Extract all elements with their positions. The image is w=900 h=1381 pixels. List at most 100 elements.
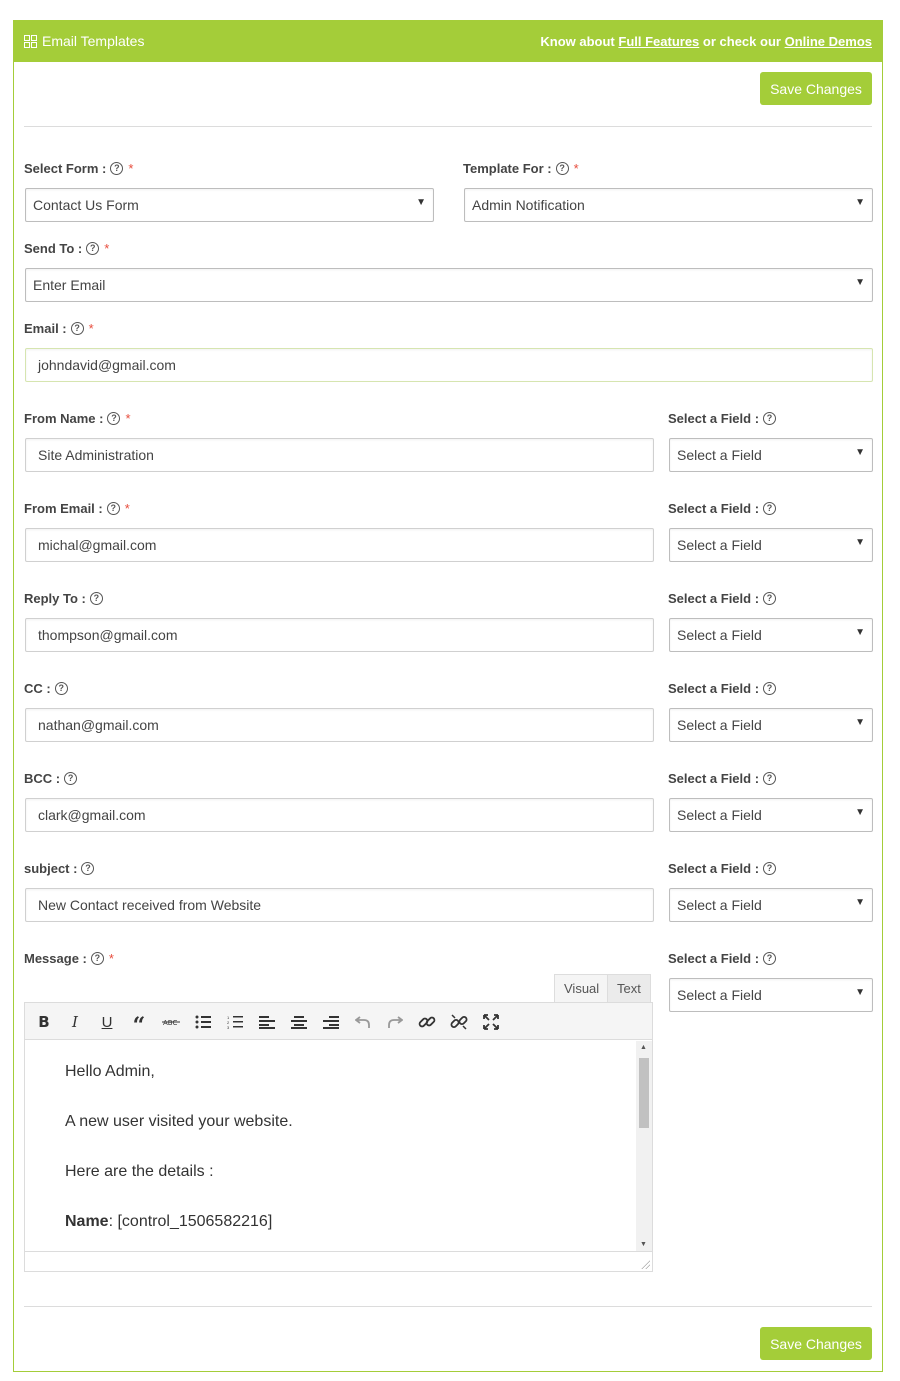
subject-field[interactable]: New Contact received from Website: [25, 888, 654, 922]
undo-icon[interactable]: [353, 1012, 373, 1032]
email-field[interactable]: johndavid@gmail.com: [25, 348, 873, 382]
editor-scrollbar[interactable]: ▲ ▼: [636, 1041, 652, 1251]
save-button-bottom[interactable]: Save Changes: [760, 1327, 872, 1360]
scroll-up-icon[interactable]: ▲: [640, 1044, 647, 1051]
help-icon[interactable]: ?: [763, 772, 777, 785]
select-form-label: Select Form : ? *: [24, 161, 133, 176]
chevron-down-icon: ▼: [855, 537, 865, 548]
required-marker: *: [88, 321, 94, 336]
select-field-value: Select a Field: [677, 717, 762, 733]
required-marker: *: [128, 161, 134, 176]
editor-content[interactable]: Hello Admin, A new user visited your web…: [25, 1041, 636, 1251]
blockquote-icon[interactable]: “: [129, 1012, 149, 1039]
chevron-down-icon: ▼: [855, 197, 865, 208]
know-about-text: Know about: [540, 34, 615, 49]
select-field-value: Select a Field: [677, 447, 762, 463]
from-name-field[interactable]: Site Administration: [25, 438, 654, 472]
unlink-icon[interactable]: [449, 1012, 469, 1032]
online-demos-link[interactable]: Online Demos: [785, 34, 872, 49]
from-email-field[interactable]: michal@gmail.com: [25, 528, 654, 562]
template-for-label-text: Template For :: [463, 161, 552, 176]
help-icon[interactable]: ?: [110, 162, 124, 175]
cc-label: CC : ?: [24, 681, 68, 696]
strikethrough-icon[interactable]: ABC: [161, 1012, 181, 1032]
help-icon[interactable]: ?: [54, 682, 68, 695]
help-icon[interactable]: ?: [763, 412, 777, 425]
help-icon[interactable]: ?: [763, 952, 777, 965]
italic-icon[interactable]: I: [65, 1012, 85, 1032]
tab-text[interactable]: Text: [607, 974, 651, 1002]
bold-icon[interactable]: B: [34, 1012, 54, 1032]
send-to-label-text: Send To :: [24, 241, 83, 256]
scroll-down-icon[interactable]: ▼: [640, 1241, 647, 1248]
help-icon[interactable]: ?: [81, 862, 95, 875]
select-field-label: Select a Field : ?: [668, 411, 777, 426]
scrollbar-thumb[interactable]: [639, 1058, 649, 1128]
required-marker: *: [104, 241, 110, 256]
align-center-icon[interactable]: [289, 1012, 309, 1032]
cc-field-select[interactable]: Select a Field ▼: [669, 708, 873, 742]
bcc-field[interactable]: clark@gmail.com: [25, 798, 654, 832]
select-form-dropdown[interactable]: Contact Us Form ▼: [25, 188, 434, 222]
help-icon[interactable]: ?: [107, 412, 121, 425]
save-button-top[interactable]: Save Changes: [760, 72, 872, 105]
redo-icon[interactable]: [385, 1012, 405, 1032]
select-field-label: Select a Field : ?: [668, 771, 777, 786]
reply-to-field-select[interactable]: Select a Field ▼: [669, 618, 873, 652]
link-icon[interactable]: [417, 1012, 437, 1032]
subject-field-select[interactable]: Select a Field ▼: [669, 888, 873, 922]
chevron-down-icon: ▼: [855, 717, 865, 728]
chevron-down-icon: ▼: [855, 447, 865, 458]
from-name-field-select[interactable]: Select a Field ▼: [669, 438, 873, 472]
align-right-icon[interactable]: [321, 1012, 341, 1032]
cc-field[interactable]: nathan@gmail.com: [25, 708, 654, 742]
help-icon[interactable]: ?: [86, 242, 100, 255]
help-icon[interactable]: ?: [555, 162, 569, 175]
align-left-icon[interactable]: [257, 1012, 277, 1032]
panel-title: Email Templates: [24, 33, 144, 49]
reply-to-field[interactable]: thompson@gmail.com: [25, 618, 654, 652]
name-field-value: : [control_1506582216]: [108, 1213, 273, 1230]
subject-label-text: subject :: [24, 861, 78, 876]
select-field-label: Select a Field : ?: [668, 951, 777, 966]
select-field-label-text: Select a Field :: [668, 861, 760, 876]
help-icon[interactable]: ?: [106, 502, 120, 515]
help-icon[interactable]: ?: [64, 772, 78, 785]
content-line-greeting: Hello Admin,: [65, 1063, 155, 1080]
select-field-label-text: Select a Field :: [668, 501, 760, 516]
help-icon[interactable]: ?: [70, 322, 84, 335]
reply-to-label: Reply To : ?: [24, 591, 103, 606]
subject-label: subject : ?: [24, 861, 95, 876]
select-field-label: Select a Field : ?: [668, 681, 777, 696]
help-icon[interactable]: ?: [89, 592, 103, 605]
content-line-details: Here are the details :: [65, 1163, 214, 1180]
template-for-dropdown[interactable]: Admin Notification ▼: [464, 188, 873, 222]
send-to-dropdown[interactable]: Enter Email ▼: [25, 268, 873, 302]
fullscreen-icon[interactable]: [481, 1012, 501, 1032]
help-icon[interactable]: ?: [763, 502, 777, 515]
bullet-list-icon[interactable]: [193, 1012, 213, 1032]
from-email-label-text: From Email :: [24, 501, 103, 516]
help-icon[interactable]: ?: [90, 952, 104, 965]
select-field-label-text: Select a Field :: [668, 771, 760, 786]
select-field-value: Select a Field: [677, 987, 762, 1003]
message-label: Message : ? *: [24, 951, 114, 966]
underline-icon[interactable]: U: [97, 1012, 117, 1032]
help-icon[interactable]: ?: [763, 862, 777, 875]
svg-text:3: 3: [227, 1025, 230, 1029]
help-icon[interactable]: ?: [763, 592, 777, 605]
numbered-list-icon[interactable]: 123: [225, 1012, 245, 1032]
help-icon[interactable]: ?: [763, 682, 777, 695]
from-name-label-text: From Name :: [24, 411, 104, 426]
full-features-link[interactable]: Full Features: [618, 34, 699, 49]
email-label: Email : ? *: [24, 321, 94, 336]
grid-icon: [24, 34, 37, 48]
tab-visual[interactable]: Visual: [554, 974, 610, 1002]
bcc-field-select[interactable]: Select a Field ▼: [669, 798, 873, 832]
panel-title-text: Email Templates: [42, 33, 145, 49]
from-email-label: From Email : ? *: [24, 501, 130, 516]
message-field-select[interactable]: Select a Field ▼: [669, 978, 873, 1012]
resize-grip-icon[interactable]: [640, 1259, 650, 1269]
select-field-value: Select a Field: [677, 627, 762, 643]
from-email-field-select[interactable]: Select a Field ▼: [669, 528, 873, 562]
